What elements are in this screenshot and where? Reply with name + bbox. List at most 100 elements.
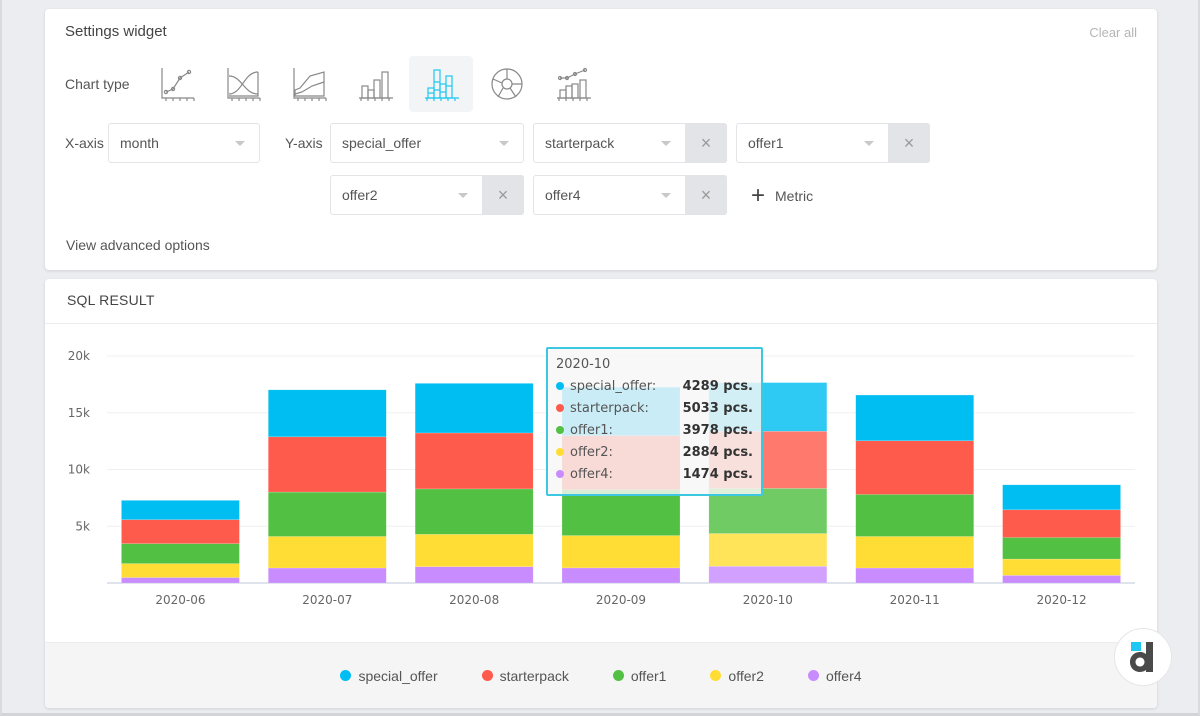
stacked-bar-chart-icon — [425, 69, 459, 101]
pie-chart-icon — [491, 68, 523, 100]
bar-segment-offer4[interactable] — [121, 577, 240, 584]
tooltip-row: special_offer: 4289 pcs. — [556, 375, 753, 397]
bar-segment-offer1[interactable] — [855, 494, 974, 537]
tooltip-series-value: 1474 pcs. — [682, 466, 753, 482]
y-tick-label: 15k — [68, 406, 90, 420]
bar-segment-offer2[interactable] — [414, 534, 534, 567]
bar-segment-offer2[interactable] — [855, 536, 974, 569]
chevron-down-icon — [235, 140, 245, 146]
y-metric-value: offer1 — [748, 135, 784, 151]
legend-label: special_offer — [358, 667, 438, 684]
bar-segment-starterpack[interactable] — [855, 440, 974, 495]
view-advanced-options-link[interactable]: View advanced options — [66, 237, 210, 253]
bar-segment-offer1[interactable] — [121, 543, 240, 564]
x-axis-value: month — [120, 135, 159, 151]
combo-chart-icon — [557, 67, 591, 101]
legend-item-special_offer[interactable]: special_offer — [340, 667, 438, 684]
chevron-down-icon — [499, 140, 509, 146]
tooltip-series-name: special_offer: — [570, 378, 657, 394]
bar-segment-starterpack[interactable] — [1002, 509, 1121, 538]
settings-title: Settings widget — [65, 23, 167, 40]
tooltip-dot-icon — [556, 470, 564, 478]
bar-segment-offer1[interactable] — [414, 488, 534, 535]
bar-segment-special_offer[interactable] — [855, 394, 974, 442]
devtodev-logo[interactable] — [1114, 628, 1172, 686]
bar-segment-offer4[interactable] — [855, 567, 974, 584]
tooltip-series-value: 3978 pcs. — [682, 422, 753, 438]
legend-dot-icon — [807, 670, 819, 681]
close-icon: × — [700, 184, 712, 205]
settings-widget: Settings widget Clear all Chart type X-a… — [45, 9, 1157, 270]
chart-legend: special_offer starterpack offer1 offer2 offe… — [45, 642, 1157, 708]
chart-type-line[interactable] — [145, 56, 209, 112]
x-axis-select[interactable]: month — [108, 123, 260, 163]
bar-segment-offer4[interactable] — [1002, 575, 1121, 584]
y-metric-value: starterpack — [545, 135, 615, 151]
close-icon: × — [700, 132, 712, 153]
chart-type-area[interactable] — [277, 56, 341, 112]
y-metric-value: offer2 — [342, 187, 378, 203]
bar-segment-offer1[interactable] — [268, 491, 387, 537]
chart-type-bar[interactable] — [343, 56, 407, 112]
legend-dot-icon — [340, 670, 352, 681]
chart-type-stacked-bar[interactable] — [409, 56, 473, 112]
bar-segment-offer2[interactable] — [561, 535, 681, 569]
bar-segment-offer1[interactable] — [1002, 537, 1121, 560]
y-metric-select-special-offer[interactable]: special_offer — [330, 123, 524, 163]
add-metric-button[interactable]: + Metric — [751, 184, 813, 208]
x-tick-label: 2020-12 — [1037, 593, 1087, 607]
bar-segment-offer4[interactable] — [708, 566, 828, 584]
bar-segment-offer2[interactable] — [1002, 558, 1121, 576]
sql-result-title: SQL RESULT — [45, 279, 1157, 324]
legend-item-offer1[interactable]: offer1 — [612, 668, 666, 684]
legend-item-offer4[interactable]: offer4 — [807, 667, 862, 684]
bar-segment-offer4[interactable] — [414, 566, 534, 584]
y-metric-value: special_offer — [342, 135, 422, 151]
bar-segment-offer2[interactable] — [708, 533, 828, 567]
legend-item-offer2[interactable]: offer2 — [710, 668, 764, 684]
y-metric-select-offer4[interactable]: offer4 × — [533, 175, 727, 215]
legend-dot-icon — [481, 670, 493, 681]
chevron-down-icon — [458, 192, 468, 198]
remove-metric-button[interactable]: × — [685, 123, 727, 163]
tooltip-title: 2020-10 — [556, 357, 611, 372]
chevron-down-icon — [864, 140, 874, 146]
tooltip-row: offer2: 2884 pcs. — [556, 441, 753, 463]
chart-type-area-crossing[interactable] — [211, 56, 275, 112]
chart-type-selector — [145, 56, 607, 112]
y-metric-select-offer1[interactable]: offer1 × — [736, 123, 930, 163]
y-metric-select-offer2[interactable]: offer2 × — [330, 175, 524, 215]
bar-segment-special_offer[interactable] — [414, 383, 534, 434]
bar-segment-offer4[interactable] — [561, 567, 681, 584]
bar-chart-icon — [359, 71, 393, 101]
bar-segment-offer1[interactable] — [561, 489, 681, 536]
legend-label: offer4 — [825, 667, 862, 684]
add-metric-label: Metric — [775, 188, 814, 204]
clear-all-button[interactable]: Clear all — [1089, 25, 1137, 40]
tooltip-row: offer1: 3978 pcs. — [556, 419, 753, 441]
tooltip-dot-icon — [556, 426, 564, 434]
x-tick-label: 2020-07 — [302, 593, 352, 607]
bar-segment-special_offer[interactable] — [1002, 484, 1121, 511]
bar-segment-offer4[interactable] — [268, 567, 387, 584]
remove-metric-button[interactable]: × — [888, 123, 930, 163]
bar-segment-starterpack[interactable] — [121, 519, 240, 544]
bar-segment-starterpack[interactable] — [268, 436, 387, 493]
legend-dot-icon — [612, 670, 624, 681]
bar-segment-starterpack[interactable] — [414, 432, 534, 490]
legend-item-starterpack[interactable]: starterpack — [481, 668, 569, 684]
bar-segment-offer2[interactable] — [268, 536, 387, 569]
tooltip-series-name: offer2: — [570, 444, 613, 460]
remove-metric-button[interactable]: × — [685, 175, 727, 215]
chart-type-pie[interactable] — [475, 56, 539, 112]
chart-type-label: Chart type — [65, 76, 130, 92]
y-metric-select-starterpack[interactable]: starterpack × — [533, 123, 727, 163]
bar-segment-special_offer[interactable] — [121, 500, 240, 520]
chevron-down-icon — [661, 192, 671, 198]
bar-segment-offer2[interactable] — [121, 563, 240, 578]
tooltip-series-value: 2884 pcs. — [682, 444, 753, 460]
chart-type-combo[interactable] — [541, 56, 605, 112]
close-icon: × — [903, 132, 915, 153]
bar-segment-special_offer[interactable] — [268, 389, 387, 438]
remove-metric-button[interactable]: × — [482, 175, 524, 215]
